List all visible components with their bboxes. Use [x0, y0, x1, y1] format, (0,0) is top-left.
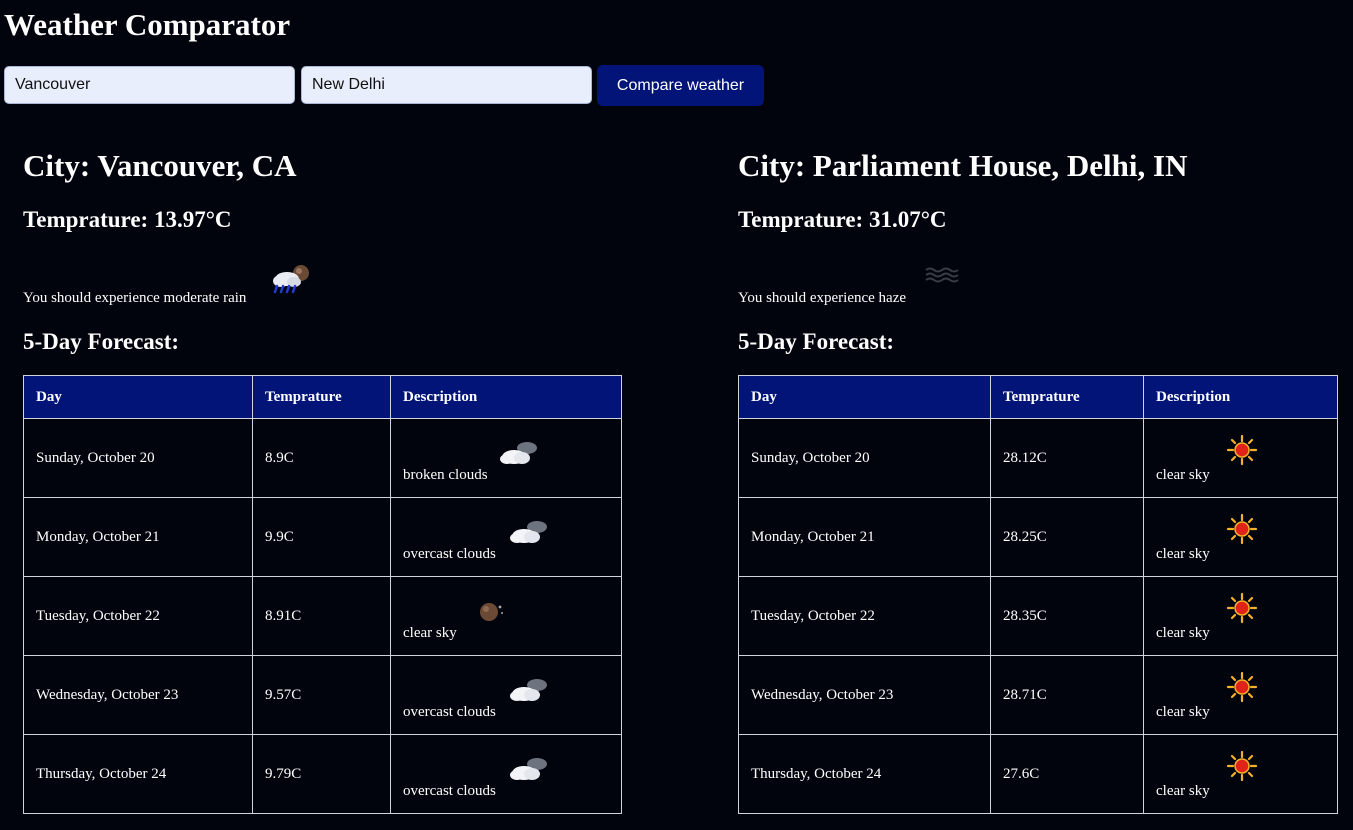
city-1-panel: City: Vancouver, CA Temprature: 13.97°C … [23, 146, 623, 814]
column-header-description: Description [390, 375, 622, 419]
haze-icon [925, 267, 959, 283]
forecast-day: Sunday, October 20 [23, 418, 253, 498]
forecast-temperature: 8.9C [252, 418, 391, 498]
city-1-input[interactable] [4, 66, 295, 104]
forecast-description: overcast clouds [390, 734, 622, 814]
cloud-night-icon [500, 442, 537, 464]
forecast-description-text: clear sky [1156, 704, 1210, 720]
column-header-description: Description [1143, 375, 1338, 419]
rain-cloud-moon-icon [273, 265, 309, 294]
table-header-row: Day Temprature Description [23, 375, 622, 419]
forecast-description-text: clear sky [1156, 625, 1210, 641]
forecast-temperature: 9.57C [252, 655, 391, 735]
table-row: Monday, October 21 9.9C overcast clouds [23, 497, 622, 577]
table-row: Wednesday, October 23 28.71C clear sky [738, 655, 1338, 735]
table-row: Sunday, October 20 28.12C clear sky [738, 418, 1338, 498]
forecast-description: clear sky [1143, 418, 1338, 498]
city-1-forecast-heading: 5-Day Forecast: [23, 329, 180, 354]
city-2-input[interactable] [301, 66, 592, 104]
forecast-day: Thursday, October 24 [738, 734, 991, 814]
forecast-temperature: 8.91C [252, 576, 391, 656]
forecast-description-text: broken clouds [403, 467, 488, 483]
forecast-temperature: 27.6C [990, 734, 1144, 814]
table-row: Thursday, October 24 27.6C clear sky [738, 734, 1338, 814]
column-header-temperature: Temprature [990, 375, 1144, 419]
forecast-description: overcast clouds [390, 655, 622, 735]
compare-weather-button[interactable]: Compare weather [597, 65, 764, 106]
forecast-description-text: overcast clouds [403, 783, 496, 799]
column-header-day: Day [23, 375, 253, 419]
forecast-day: Tuesday, October 22 [738, 576, 991, 656]
forecast-description-text: clear sky [403, 625, 457, 641]
cloud-night-icon [510, 679, 547, 701]
table-row: Monday, October 21 28.25C clear sky [738, 497, 1338, 577]
forecast-description: clear sky [1143, 497, 1338, 577]
sun-icon [1226, 671, 1258, 703]
forecast-day: Wednesday, October 23 [23, 655, 253, 735]
city-2-temperature: Temprature: 31.07°C [738, 207, 947, 232]
forecast-temperature: 9.9C [252, 497, 391, 577]
city-2-forecast-table: Day Temprature Description Sunday, Octob… [738, 375, 1338, 814]
cloud-night-icon [510, 521, 547, 543]
forecast-temperature: 28.35C [990, 576, 1144, 656]
city-1-temperature: Temprature: 13.97°C [23, 207, 232, 232]
table-row: Thursday, October 24 9.79C overcast clou… [23, 734, 622, 814]
forecast-day: Monday, October 21 [738, 497, 991, 577]
moon-icon [480, 603, 503, 621]
forecast-day: Tuesday, October 22 [23, 576, 253, 656]
city-1-name: City: Vancouver, CA [23, 148, 297, 183]
sun-icon [1226, 750, 1258, 782]
forecast-description: clear sky [1143, 576, 1338, 656]
column-header-day: Day [738, 375, 991, 419]
forecast-temperature: 28.25C [990, 497, 1144, 577]
city-1-experience-text: You should experience moderate rain [23, 290, 247, 306]
table-row: Sunday, October 20 8.9C broken clouds [23, 418, 622, 498]
sun-icon [1226, 434, 1258, 466]
forecast-temperature: 28.12C [990, 418, 1144, 498]
forecast-description: overcast clouds [390, 497, 622, 577]
weather-comparator-page: Weather Comparator Compare weather City:… [0, 0, 1353, 830]
column-header-temperature: Temprature [252, 375, 391, 419]
city-2-experience: You should experience haze [738, 262, 1338, 310]
app-title: Weather Comparator [4, 7, 291, 42]
forecast-description-text: overcast clouds [403, 546, 496, 562]
sun-icon [1226, 592, 1258, 624]
city-2-name: City: Parliament House, Delhi, IN [738, 148, 1188, 183]
cloud-night-icon [510, 758, 547, 780]
forecast-day: Monday, October 21 [23, 497, 253, 577]
forecast-description-text: clear sky [1156, 546, 1210, 562]
city-1-forecast-table: Day Temprature Description Sunday, Octob… [23, 375, 622, 814]
city-1-experience: You should experience moderate rain [23, 262, 623, 310]
table-header-row: Day Temprature Description [738, 375, 1338, 419]
forecast-description: clear sky [1143, 655, 1338, 735]
forecast-day: Wednesday, October 23 [738, 655, 991, 735]
table-row: Wednesday, October 23 9.57C overcast clo… [23, 655, 622, 735]
forecast-description: broken clouds [390, 418, 622, 498]
forecast-day: Thursday, October 24 [23, 734, 253, 814]
forecast-temperature: 28.71C [990, 655, 1144, 735]
forecast-description-text: overcast clouds [403, 704, 496, 720]
city-2-experience-text: You should experience haze [738, 290, 907, 306]
table-row: Tuesday, October 22 28.35C clear sky [738, 576, 1338, 656]
forecast-description-text: clear sky [1156, 467, 1210, 483]
forecast-description: clear sky [390, 576, 622, 656]
city-2-panel: City: Parliament House, Delhi, IN Tempra… [738, 146, 1338, 814]
forecast-temperature: 9.79C [252, 734, 391, 814]
sun-icon [1226, 513, 1258, 545]
forecast-description-text: clear sky [1156, 783, 1210, 799]
city-2-forecast-heading: 5-Day Forecast: [738, 329, 895, 354]
forecast-day: Sunday, October 20 [738, 418, 991, 498]
table-row: Tuesday, October 22 8.91C clear sky [23, 576, 622, 656]
forecast-description: clear sky [1143, 734, 1338, 814]
